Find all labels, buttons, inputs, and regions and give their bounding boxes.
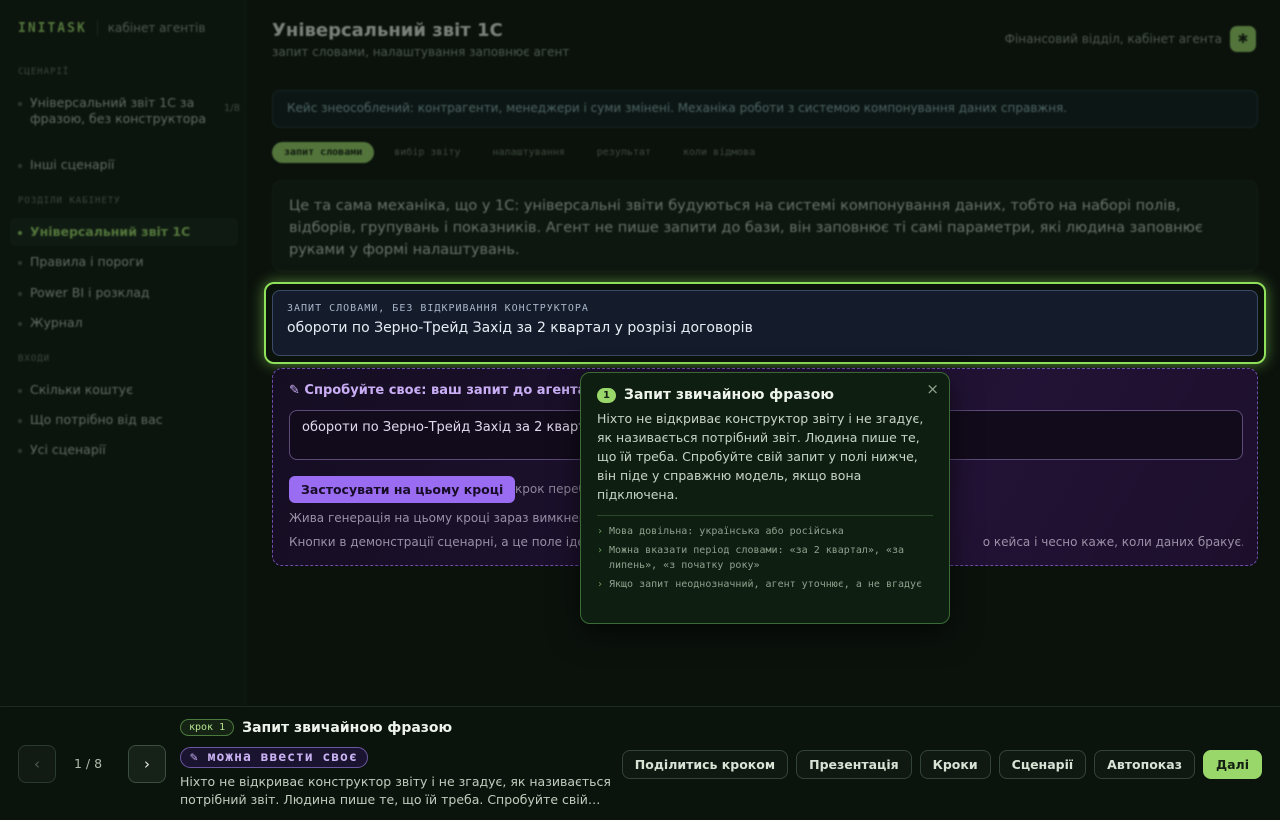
avatar[interactable]: ✱ <box>1230 26 1256 52</box>
sidebar-item-label: Універсальний звіт 1С за фразою, без кон… <box>30 95 206 126</box>
bullet-icon <box>18 261 22 265</box>
section-title-entries: ВХОДИ <box>18 354 51 364</box>
sidebar-item-rules[interactable]: Правила і пороги <box>18 254 240 270</box>
bullet-icon <box>18 164 22 168</box>
sidebar-item-other-scenarios[interactable]: Інші сценарії <box>18 157 240 173</box>
sidebar-item-universal-report[interactable]: Універсальний звіт 1С <box>10 218 238 246</box>
bullet-icon <box>18 419 22 423</box>
step-heading: крок 1 Запит звичайною фразою <box>180 719 452 736</box>
section-title-scenarios: СЦЕНАРІЇ <box>18 67 70 77</box>
step-number-badge: 1 <box>597 387 616 403</box>
autoplay-button[interactable]: Автопоказ <box>1094 750 1195 779</box>
sidebar-item-label: Універсальний звіт 1С <box>30 224 191 239</box>
next-button[interactable]: Далі <box>1202 750 1262 779</box>
tab-report-choice[interactable]: вибір звіту <box>382 142 472 163</box>
sidebar-item-label: Скільки коштує <box>30 382 133 397</box>
sidebar-item-label: Усі сценарії <box>30 442 106 457</box>
brand: INITASK кабінет агентів <box>18 20 205 36</box>
popover-bullets: Мова довільна: українська або російська … <box>597 524 933 592</box>
description-card: Це та сама механіка, що у 1С: універсаль… <box>272 180 1258 272</box>
logo: INITASK <box>18 20 87 36</box>
bullet-icon <box>18 389 22 393</box>
next-step-button[interactable]: › <box>128 745 166 783</box>
tab-refusal[interactable]: коли відмова <box>671 142 767 163</box>
bullet-icon <box>18 102 22 106</box>
tab-result[interactable]: результат <box>585 142 663 163</box>
player-bar: ‹ 1 / 8 › крок 1 Запит звичайною фразою … <box>0 706 1280 820</box>
popover-header: 1 Запит звичайною фразою <box>597 387 933 403</box>
tabs: запит словами вибір звіту налаштування р… <box>272 142 767 163</box>
steps-button[interactable]: Кроки <box>919 750 991 779</box>
presentation-button[interactable]: Презентація <box>796 750 912 779</box>
page-title: Універсальний звіт 1С <box>272 20 503 41</box>
section-title-cabinet: РОЗДІЛИ КАБІНЕТУ <box>18 196 121 206</box>
brand-divider <box>96 20 98 36</box>
page-subtitle: запит словами, налаштування заповнює аге… <box>272 45 570 59</box>
step-text: Ніхто не відкриває конструктор звіту і н… <box>180 774 611 807</box>
sidebar-item-requirements[interactable]: Що потрібно від вас <box>18 412 240 428</box>
popover-bullet: Можна вказати період словами: «за 2 квар… <box>597 543 933 574</box>
close-icon[interactable]: × <box>926 380 939 398</box>
popover-body: Ніхто не відкриває конструктор звіту і н… <box>597 411 924 502</box>
step-pager: 1 / 8 <box>74 756 103 771</box>
popover-bullet: Мова довільна: українська або російська <box>597 524 933 540</box>
sidebar-item-label: Power BI і розклад <box>30 285 150 300</box>
sidebar-item-label: Правила і пороги <box>30 254 144 269</box>
prev-step-button[interactable]: ‹ <box>18 745 56 783</box>
sidebar-item-label: Що потрібно від вас <box>30 412 163 427</box>
tab-settings[interactable]: налаштування <box>481 142 577 163</box>
sidebar-item-all-scenarios[interactable]: Усі сценарії <box>18 442 240 458</box>
popover-divider <box>597 515 933 516</box>
bullet-icon <box>18 292 22 296</box>
sidebar-item-pricing[interactable]: Скільки коштує <box>18 382 240 398</box>
player-actions: Поділитись кроком Презентація Кроки Сцен… <box>621 750 1262 779</box>
popover-bullet: Якщо запит неоднозначний, агент уточнює,… <box>597 577 933 593</box>
share-step-button[interactable]: Поділитись кроком <box>621 750 789 779</box>
scenario-count: 1/8 <box>223 103 240 114</box>
bullet-icon <box>18 449 22 453</box>
popover-title: Запит звичайною фразою <box>624 387 835 403</box>
brand-subtitle: кабінет агентів <box>107 21 206 35</box>
sidebar: INITASK кабінет агентів СЦЕНАРІЇ Універс… <box>0 0 246 706</box>
editable-badge: ✎ можна ввести своє <box>180 747 368 768</box>
step-popover: 1 Запит звичайною фразою × Ніхто не відк… <box>580 372 950 624</box>
bullet-icon <box>18 322 22 326</box>
sidebar-item-scenario-current[interactable]: Універсальний звіт 1С за фразою, без кон… <box>18 95 240 127</box>
scenarios-button[interactable]: Сценарії <box>998 750 1087 779</box>
context-label: Фінансовий відділ, кабінет агента <box>1004 32 1222 46</box>
sidebar-item-journal[interactable]: Журнал <box>18 315 240 331</box>
step-title: Запит звичайною фразою <box>242 719 453 736</box>
step-badge: крок 1 <box>180 719 235 736</box>
sidebar-item-label: Журнал <box>30 315 83 330</box>
header-context: Фінансовий відділ, кабінет агента ✱ <box>1005 26 1256 52</box>
sidebar-item-label: Інші сценарії <box>30 157 115 172</box>
tab-query[interactable]: запит словами <box>272 142 375 163</box>
bullet-icon <box>18 231 22 235</box>
info-banner: Кейс знеособлений: контрагенти, менеджер… <box>272 90 1258 128</box>
sidebar-item-powerbi[interactable]: Power BI і розклад <box>18 285 240 301</box>
